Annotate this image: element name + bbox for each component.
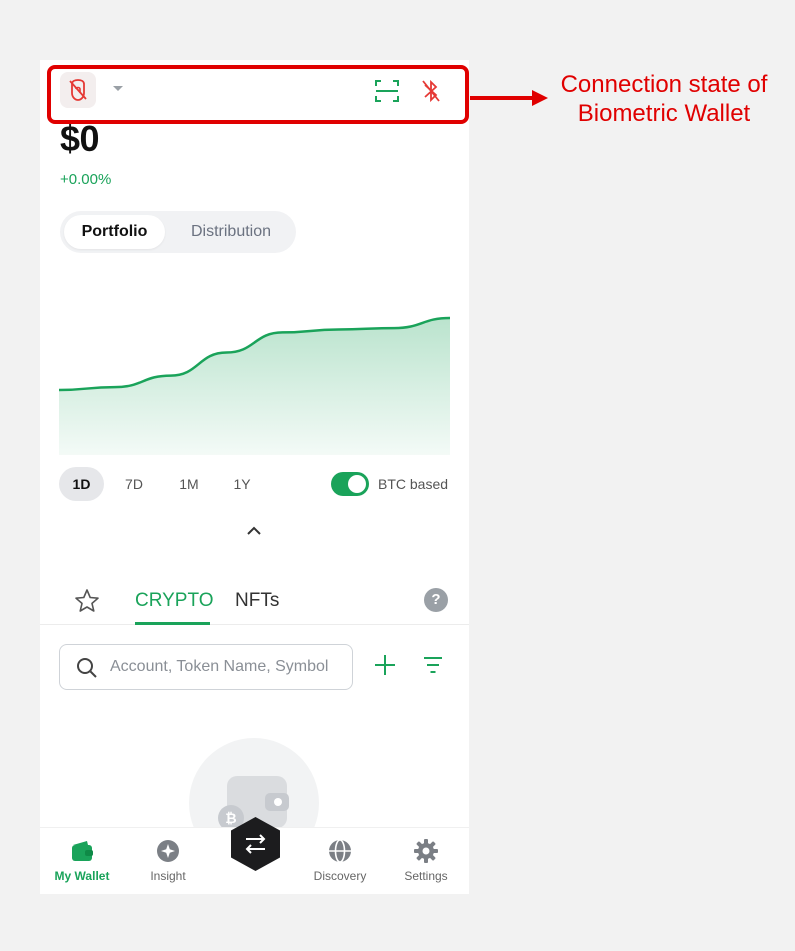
swap-button[interactable] xyxy=(228,815,283,873)
tab-nfts[interactable]: NFTs xyxy=(235,590,279,612)
app-screen: $0 +0.00% Portfolio Distribution 1D 7D 1… xyxy=(40,60,469,894)
nav-label-discovery: Discovery xyxy=(313,869,367,883)
range-7d[interactable]: 7D xyxy=(119,467,149,501)
nav-settings[interactable]: Settings xyxy=(386,838,466,883)
annotation-line-2: Biometric Wallet xyxy=(577,100,751,127)
gear-icon xyxy=(414,839,438,863)
tab-distribution[interactable]: Distribution xyxy=(172,215,290,249)
time-range-selector: 1D 7D 1M 1Y BTC based xyxy=(59,467,454,501)
tab-portfolio[interactable]: Portfolio xyxy=(64,215,165,249)
annotation-arrow-icon xyxy=(470,90,548,106)
asset-tabs: CRYPTO NFTs ? xyxy=(40,580,469,625)
globe-icon xyxy=(329,839,351,863)
balance-change: +0.00% xyxy=(60,171,112,188)
chevron-up-icon[interactable] xyxy=(245,522,263,540)
help-icon[interactable]: ? xyxy=(424,588,448,612)
nav-label-insight: Insight xyxy=(150,869,186,883)
nav-label-my-wallet: My Wallet xyxy=(54,869,110,883)
nav-discovery[interactable]: Discovery xyxy=(300,838,380,883)
search-icon xyxy=(77,658,97,678)
add-icon[interactable] xyxy=(373,653,397,677)
insight-icon xyxy=(157,840,179,862)
view-segmented-control: Portfolio Distribution xyxy=(60,211,296,253)
total-balance: $0 xyxy=(60,118,100,159)
btc-based-toggle[interactable] xyxy=(331,472,369,496)
tab-active-underline xyxy=(135,622,210,625)
range-1d[interactable]: 1D xyxy=(59,467,104,501)
annotation-highlight-box xyxy=(47,65,469,124)
filter-icon[interactable] xyxy=(422,654,444,676)
portfolio-chart xyxy=(59,316,450,455)
tab-crypto[interactable]: CRYPTO xyxy=(135,590,214,612)
btc-based-label: BTC based xyxy=(378,476,449,492)
annotation-line-1: Connection state of xyxy=(560,71,768,98)
search-input[interactable] xyxy=(110,645,346,689)
nav-insight[interactable]: Insight xyxy=(128,838,208,883)
annotation-label: Connection state of Biometric Wallet xyxy=(544,70,784,128)
range-1m[interactable]: 1M xyxy=(173,467,205,501)
search-box xyxy=(59,644,353,690)
nav-my-wallet[interactable]: My Wallet xyxy=(42,838,122,883)
nav-label-settings: Settings xyxy=(404,869,448,883)
wallet-icon xyxy=(72,841,93,861)
range-1y[interactable]: 1Y xyxy=(229,467,255,501)
toggle-knob xyxy=(348,475,366,493)
favorites-star-icon[interactable] xyxy=(74,588,100,614)
